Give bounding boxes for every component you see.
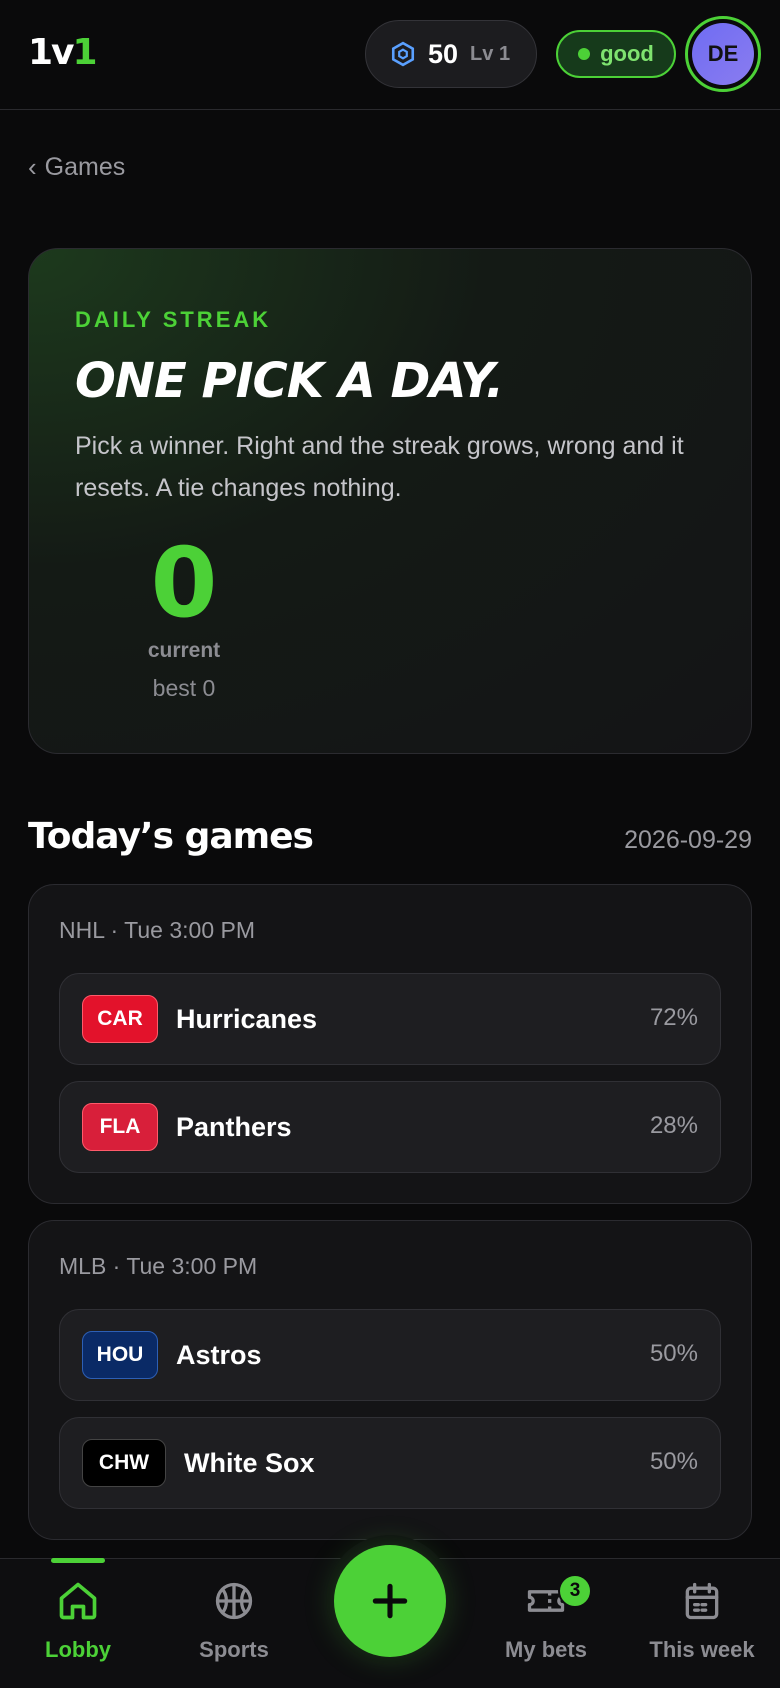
game-card: NHL · Tue 3:00 PM CAR Hurricanes 72% FLA… bbox=[28, 884, 752, 1204]
app-root: 1v1 50 Lv 1 good DE ‹ Games DAILY STREAK… bbox=[0, 0, 780, 1688]
hexagon-icon bbox=[391, 41, 415, 67]
active-nav-indicator bbox=[51, 1558, 105, 1563]
team-name: Panthers bbox=[176, 1111, 292, 1142]
game-meta: NHL · Tue 3:00 PM bbox=[59, 917, 256, 943]
streak-best: best 0 bbox=[152, 675, 216, 701]
streak-headline: ONE PICK A DAY. bbox=[75, 353, 504, 409]
nav-item-sports[interactable]: Sports bbox=[159, 1579, 309, 1663]
team-pick-percent: 28% bbox=[649, 1112, 698, 1139]
section-date: 2026-09-29 bbox=[624, 826, 752, 854]
streak-current-count: 0 bbox=[150, 527, 218, 639]
team-name: Astros bbox=[176, 1339, 262, 1370]
game-card: MLB · Tue 3:00 PM HOU Astros 50% CHW Whi… bbox=[28, 1220, 752, 1540]
team-abbr-badge: HOU bbox=[82, 1331, 158, 1379]
team-abbr-badge: FLA bbox=[82, 1103, 158, 1151]
bets-count-badge: 3 bbox=[558, 1574, 592, 1608]
streak-current-label: current bbox=[147, 639, 221, 662]
team-pick-percent: 72% bbox=[649, 1004, 698, 1031]
section-title: Today’s games bbox=[28, 816, 314, 857]
status-text: good bbox=[600, 41, 654, 66]
game-meta: MLB · Tue 3:00 PM bbox=[59, 1253, 258, 1279]
streak-kicker: DAILY STREAK bbox=[75, 307, 272, 332]
team-option[interactable]: HOU Astros 50% bbox=[59, 1309, 721, 1401]
xp-value: 50 bbox=[428, 38, 459, 69]
team-pick-percent: 50% bbox=[649, 1340, 698, 1367]
xp-level-pill[interactable]: 50 Lv 1 bbox=[365, 20, 537, 88]
nav-label: Sports bbox=[199, 1637, 269, 1662]
team-option[interactable]: CAR Hurricanes 72% bbox=[59, 973, 721, 1065]
nav-item-lobby[interactable]: Lobby bbox=[3, 1579, 153, 1663]
nav-item-this-week[interactable]: This week bbox=[627, 1579, 777, 1663]
calendar-icon bbox=[685, 1582, 719, 1620]
back-label: Games bbox=[44, 153, 126, 181]
nav-label: My bets bbox=[505, 1637, 587, 1662]
back-to-games-link[interactable]: ‹ Games bbox=[28, 152, 125, 183]
nav-label: This week bbox=[649, 1637, 755, 1662]
plus-icon bbox=[372, 1583, 408, 1619]
level-label: Lv 1 bbox=[470, 42, 511, 65]
daily-streak-card: DAILY STREAK ONE PICK A DAY. Pick a winn… bbox=[28, 248, 752, 754]
basketball-icon bbox=[215, 1582, 253, 1620]
streak-description: Pick a winner. Right and the streak grow… bbox=[75, 432, 684, 502]
top-bar: 1v1 50 Lv 1 good DE bbox=[0, 0, 780, 110]
team-abbr-badge: CAR bbox=[82, 995, 158, 1043]
chevron-left-icon: ‹ bbox=[28, 152, 37, 182]
nav-label: Lobby bbox=[45, 1637, 111, 1662]
avatar[interactable]: DE bbox=[685, 16, 761, 92]
team-pick-percent: 50% bbox=[649, 1448, 698, 1475]
team-option[interactable]: CHW White Sox 50% bbox=[59, 1417, 721, 1509]
status-dot-icon bbox=[578, 48, 591, 60]
app-logo[interactable]: 1v1 bbox=[28, 32, 98, 73]
team-name: Hurricanes bbox=[176, 1003, 318, 1034]
nav-item-my-bets[interactable]: My bets bbox=[471, 1579, 621, 1663]
team-name: White Sox bbox=[184, 1447, 315, 1478]
team-option[interactable]: FLA Panthers 28% bbox=[59, 1081, 721, 1173]
new-pick-fab-button[interactable] bbox=[334, 1545, 446, 1657]
home-icon bbox=[59, 1582, 97, 1620]
status-badge[interactable]: good bbox=[556, 30, 676, 78]
avatar-initials: DE bbox=[692, 23, 754, 85]
team-abbr-badge: CHW bbox=[82, 1439, 166, 1487]
